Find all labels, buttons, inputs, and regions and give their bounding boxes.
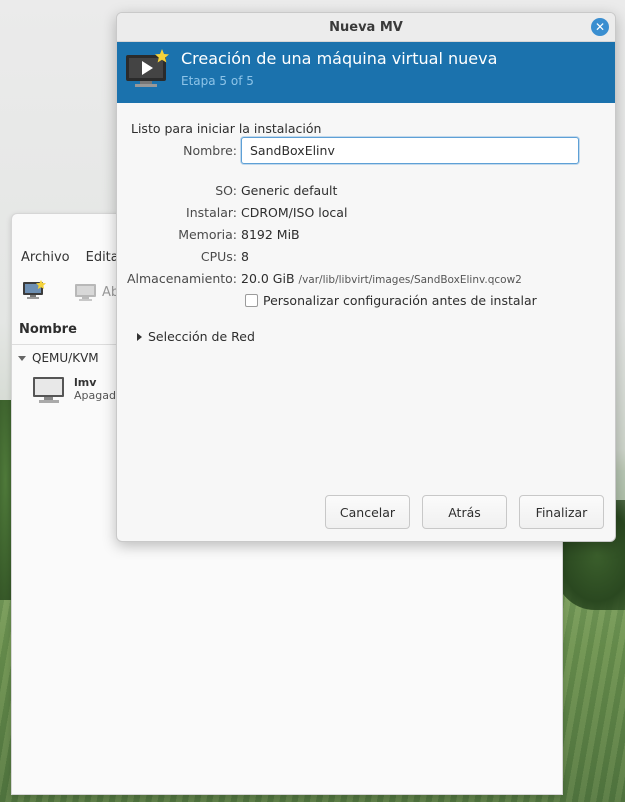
main-menubar: Archivo Editar (21, 250, 124, 265)
close-icon: ✕ (594, 20, 606, 34)
storage-value-wrap: 20.0 GiB/var/lib/libvirt/images/SandBoxE… (241, 271, 522, 286)
connection-group[interactable]: QEMU/KVM (18, 351, 99, 365)
customize-label: Personalizar configuración antes de inst… (263, 293, 537, 308)
summary-page: Listo para iniciar la instalación Nombre… (117, 103, 615, 541)
new-vm-dialog: Nueva MV ✕ Creación de una máquina virtu… (116, 12, 616, 542)
chevron-down-icon (18, 355, 26, 361)
install-label: Instalar: (186, 205, 237, 220)
customize-option[interactable]: Personalizar configuración antes de inst… (245, 293, 537, 308)
network-expander[interactable]: Selección de Red (137, 329, 255, 344)
storage-size: 20.0 GiB (241, 271, 295, 286)
memory-value: 8192 MiB (241, 227, 300, 242)
os-value: Generic default (241, 183, 338, 198)
network-expander-label: Selección de Red (148, 329, 255, 344)
storage-row: Almacenamiento: 20.0 GiB/var/lib/libvirt… (117, 271, 615, 291)
monitor-icon (75, 284, 96, 301)
vm-name-input[interactable] (241, 137, 579, 164)
customize-checkbox[interactable] (245, 294, 258, 307)
cpus-label: CPUs: (200, 249, 237, 264)
storage-path: /var/lib/libvirt/images/SandBoxElinv.qco… (298, 274, 522, 286)
cpus-row: CPUs: 8 (117, 249, 615, 269)
new-vm-icon (23, 280, 46, 299)
cancel-button[interactable]: Cancelar (325, 495, 410, 529)
chevron-right-icon (137, 332, 142, 341)
main-toolbar: Ab (22, 280, 119, 304)
storage-label: Almacenamiento: (126, 271, 237, 286)
dialog-title: Nueva MV (329, 20, 403, 35)
new-vm-button[interactable] (22, 280, 46, 304)
vm-list-item[interactable]: lmv Apagado (32, 376, 123, 404)
install-value: CDROM/ISO local (241, 205, 348, 220)
new-vm-banner-icon (126, 49, 169, 87)
back-button[interactable]: Atrás (422, 495, 507, 529)
open-button[interactable]: Ab (74, 282, 119, 302)
menu-archivo[interactable]: Archivo (21, 250, 70, 265)
finish-button[interactable]: Finalizar (519, 495, 604, 529)
memory-label: Memoria: (178, 227, 237, 242)
os-row: SO: Generic default (117, 183, 615, 203)
step-indicator: Etapa 5 of 5 (181, 74, 254, 88)
vm-monitor-icon (33, 377, 64, 403)
dialog-titlebar[interactable]: Nueva MV ✕ (117, 13, 615, 42)
os-label: SO: (215, 183, 237, 198)
cpus-value: 8 (241, 249, 249, 264)
close-button[interactable]: ✕ (591, 18, 609, 36)
banner-title: Creación de una máquina virtual nueva (181, 49, 498, 68)
name-label: Nombre: (183, 143, 237, 158)
connection-label: QEMU/KVM (32, 351, 99, 365)
wizard-banner: Creación de una máquina virtual nueva Et… (117, 42, 615, 103)
install-row: Instalar: CDROM/ISO local (117, 205, 615, 225)
ready-heading: Listo para iniciar la instalación (131, 121, 322, 136)
memory-row: Memoria: 8192 MiB (117, 227, 615, 247)
